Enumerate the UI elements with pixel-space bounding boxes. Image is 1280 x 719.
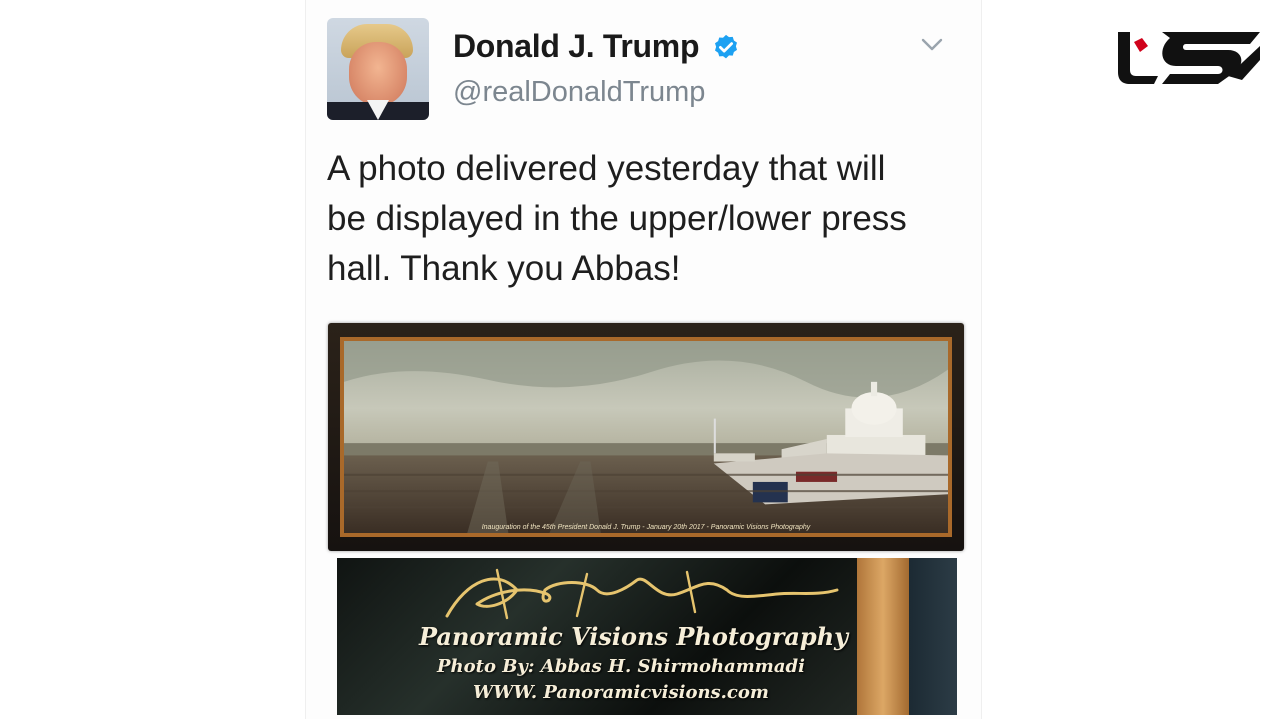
chevron-down-icon[interactable] bbox=[920, 36, 944, 54]
frame-dark-edge bbox=[909, 558, 957, 715]
tweet-card: Donald J. Trump @realDonaldTrump A photo… bbox=[305, 0, 982, 719]
frame-wood-edge bbox=[857, 558, 909, 715]
inauguration-panorama bbox=[344, 341, 948, 533]
avatar[interactable] bbox=[327, 18, 429, 120]
framed-panorama-photo[interactable]: Inauguration of the 45th President Donal… bbox=[328, 323, 964, 551]
tweet-text: A photo delivered yesterday that will be… bbox=[327, 149, 907, 288]
verified-badge-icon bbox=[715, 34, 737, 59]
signature-closeup-photo[interactable]: Panoramic Visions Photography Photo By: … bbox=[337, 558, 957, 715]
brand-logo-icon[interactable] bbox=[1110, 24, 1262, 88]
page: Donald J. Trump @realDonaldTrump A photo… bbox=[0, 0, 1280, 719]
frame-mat: Inauguration of the 45th President Donal… bbox=[340, 337, 952, 537]
handwritten-signature bbox=[445, 568, 839, 620]
studio-url: WWW. Panoramicvisions.com bbox=[473, 682, 769, 703]
avatar-face bbox=[349, 42, 407, 106]
display-name[interactable]: Donald J. Trump bbox=[453, 28, 700, 65]
studio-name: Panoramic Visions Photography bbox=[419, 622, 849, 651]
user-handle[interactable]: @realDonaldTrump bbox=[453, 76, 705, 109]
panorama-caption: Inauguration of the 45th President Donal… bbox=[481, 524, 811, 531]
panorama-image: Inauguration of the 45th President Donal… bbox=[344, 341, 948, 533]
photographer-credit: Photo By: Abbas H. Shirmohammadi bbox=[437, 656, 805, 677]
